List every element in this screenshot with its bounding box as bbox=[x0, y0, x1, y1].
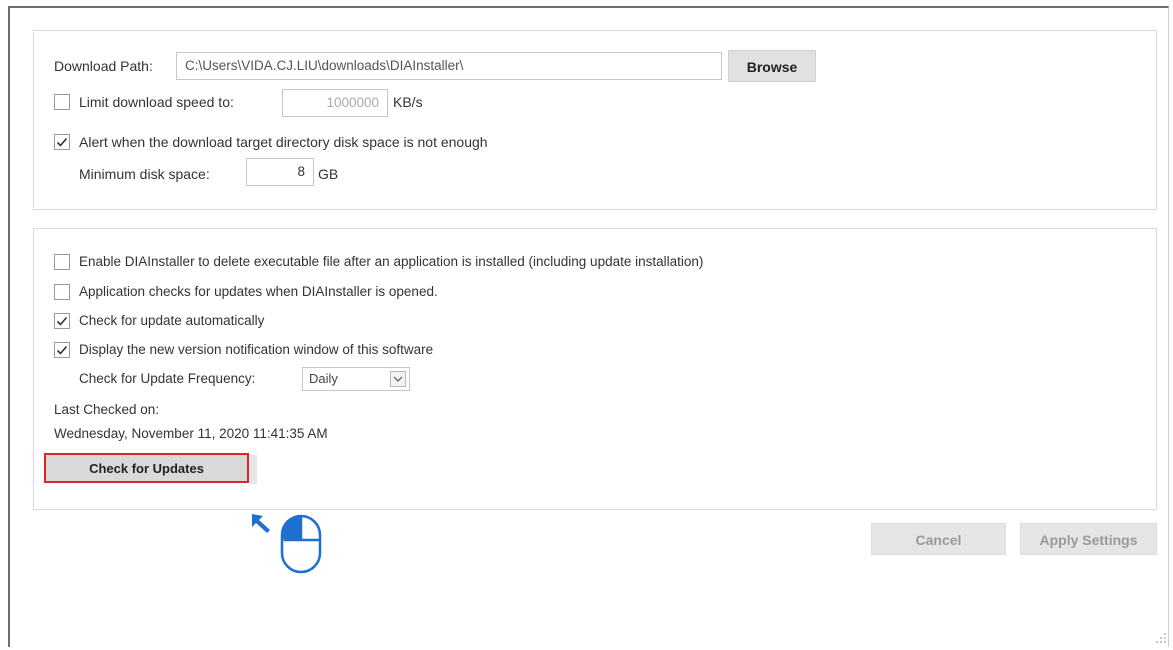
check-for-updates-button[interactable]: Check for Updates bbox=[44, 453, 249, 483]
chevron-down-icon[interactable] bbox=[390, 371, 406, 387]
notify-window-label: Display the new version notification win… bbox=[79, 342, 434, 357]
limit-speed-label: Limit download speed to: bbox=[79, 94, 234, 110]
alert-disk-space-checkbox[interactable] bbox=[54, 134, 70, 150]
button-shadow bbox=[249, 455, 257, 484]
alert-disk-space-label: Alert when the download target directory… bbox=[79, 134, 488, 150]
cancel-button[interactable]: Cancel bbox=[871, 523, 1006, 555]
checkmark-icon bbox=[56, 345, 68, 355]
update-frequency-select[interactable]: Daily bbox=[302, 367, 410, 391]
auto-check-checkbox[interactable] bbox=[54, 313, 70, 329]
last-checked-value: Wednesday, November 11, 2020 11:41:35 AM bbox=[54, 426, 328, 441]
download-path-field[interactable]: C:\Users\VIDA.CJ.LIU\downloads\DIAInstal… bbox=[176, 52, 722, 80]
limit-speed-unit: KB/s bbox=[393, 94, 423, 110]
limit-speed-field[interactable]: 1000000 bbox=[282, 89, 388, 117]
min-disk-space-unit: GB bbox=[318, 166, 339, 182]
auto-check-label: Check for update automatically bbox=[79, 313, 265, 328]
last-checked-label: Last Checked on: bbox=[54, 402, 160, 417]
download-path-label: Download Path: bbox=[54, 58, 153, 74]
delete-executable-label: Enable DIAInstaller to delete executable… bbox=[79, 254, 704, 269]
checkmark-icon bbox=[56, 137, 68, 147]
min-disk-space-field[interactable]: 8 bbox=[246, 158, 314, 186]
notify-window-checkbox[interactable] bbox=[54, 342, 70, 358]
check-on-open-label: Application checks for updates when DIAI… bbox=[79, 284, 438, 299]
browse-button[interactable]: Browse bbox=[728, 50, 816, 82]
check-on-open-checkbox[interactable] bbox=[54, 284, 70, 300]
update-frequency-value: Daily bbox=[309, 371, 338, 386]
delete-executable-checkbox[interactable] bbox=[54, 254, 70, 270]
update-frequency-label: Check for Update Frequency: bbox=[79, 371, 256, 386]
mouse-left-click-icon bbox=[252, 514, 322, 574]
limit-speed-checkbox[interactable] bbox=[54, 94, 70, 110]
resize-grip-icon[interactable] bbox=[1155, 632, 1167, 644]
arrow-up-left-icon bbox=[252, 514, 270, 533]
checkmark-icon bbox=[56, 316, 68, 326]
apply-settings-button[interactable]: Apply Settings bbox=[1020, 523, 1157, 555]
min-disk-space-label: Minimum disk space: bbox=[79, 166, 210, 182]
